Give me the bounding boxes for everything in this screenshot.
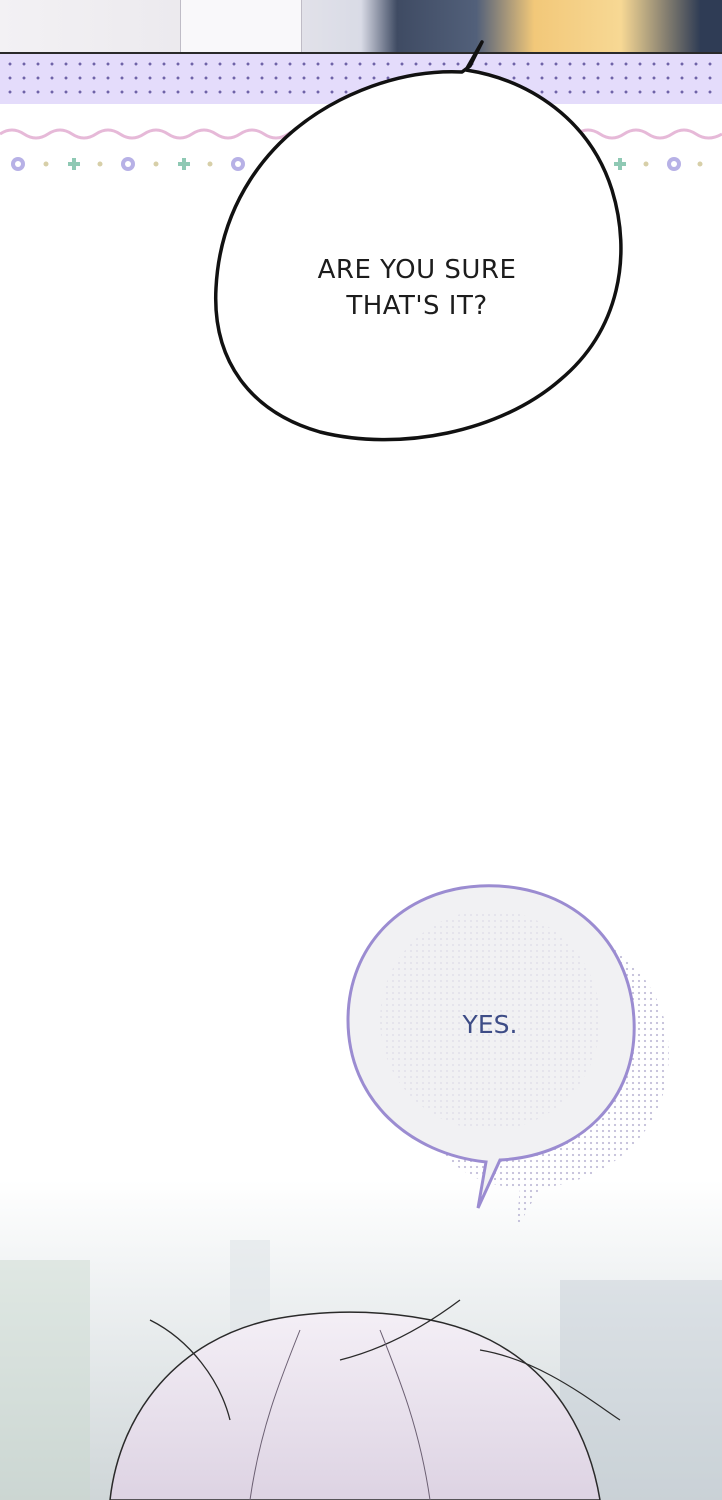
webtoon-page: ARE YOU SURE THAT'S IT? YES.: [0, 0, 722, 1500]
bubble-1-line-2: THAT'S IT?: [346, 291, 488, 321]
bubble-2-text: YES.: [462, 1010, 518, 1039]
speech-bubble-2: [346, 884, 669, 1230]
bubble-1-line-1: ARE YOU SURE: [317, 255, 517, 285]
bubble-1-text: ARE YOU SURE THAT'S IT?: [292, 252, 542, 324]
